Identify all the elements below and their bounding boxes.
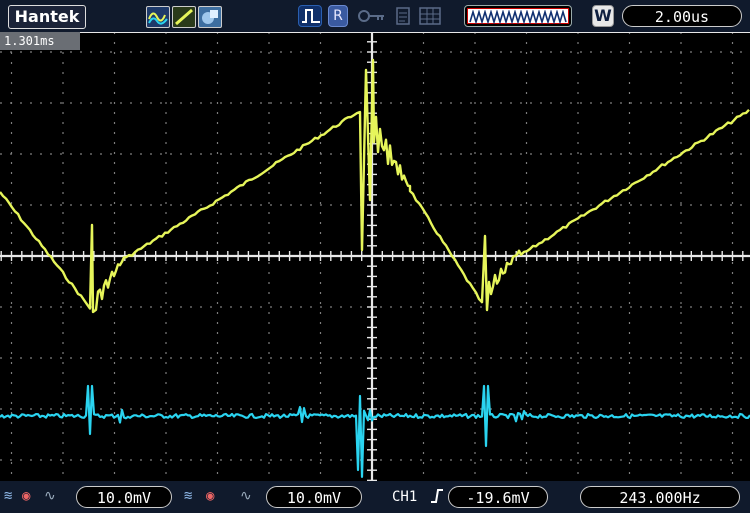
- channel-1-scale[interactable]: 10.0mV: [76, 486, 172, 508]
- trigger-level[interactable]: -19.6mV: [448, 486, 548, 508]
- top-toolbar: Hantek R W 2.00us: [0, 0, 750, 32]
- wave-icon[interactable]: [146, 6, 170, 28]
- trigger-mode-indicator[interactable]: R: [328, 5, 348, 27]
- timebase-value[interactable]: 2.00us: [622, 5, 742, 27]
- grid-icon: [418, 5, 442, 27]
- rising-edge-icon: [430, 488, 444, 508]
- probe-icon: ≋: [4, 488, 13, 504]
- trigger-pulse-icon[interactable]: [298, 5, 322, 27]
- timebase-mode-button[interactable]: W: [592, 5, 614, 27]
- ac-coupling-icon: ∿: [240, 488, 252, 504]
- waveform-display: [0, 31, 750, 482]
- probe-icon: ≋: [184, 488, 193, 504]
- time-position-readout: 1.301ms: [0, 32, 80, 50]
- coupling-icon: ◉: [206, 488, 215, 504]
- page-icon: [395, 5, 411, 27]
- channel-2-scale[interactable]: 10.0mV: [266, 486, 362, 508]
- bottom-status-bar: ≋ ◉ ∿ 10.0mV ≋ ◉ ∿ 10.0mV CH1 -19.6mV 24…: [0, 481, 750, 513]
- blend-icon[interactable]: [198, 6, 222, 28]
- brand-logo: Hantek: [8, 5, 86, 29]
- ac-coupling-icon: ∿: [44, 488, 56, 504]
- slope-icon[interactable]: [172, 6, 196, 28]
- coupling-icon: ◉: [22, 488, 31, 504]
- key-icon: [356, 5, 386, 27]
- trigger-source[interactable]: CH1: [392, 489, 417, 505]
- frequency-readout: 243.000Hz: [580, 486, 740, 508]
- waveform-memory-icon[interactable]: [464, 5, 572, 27]
